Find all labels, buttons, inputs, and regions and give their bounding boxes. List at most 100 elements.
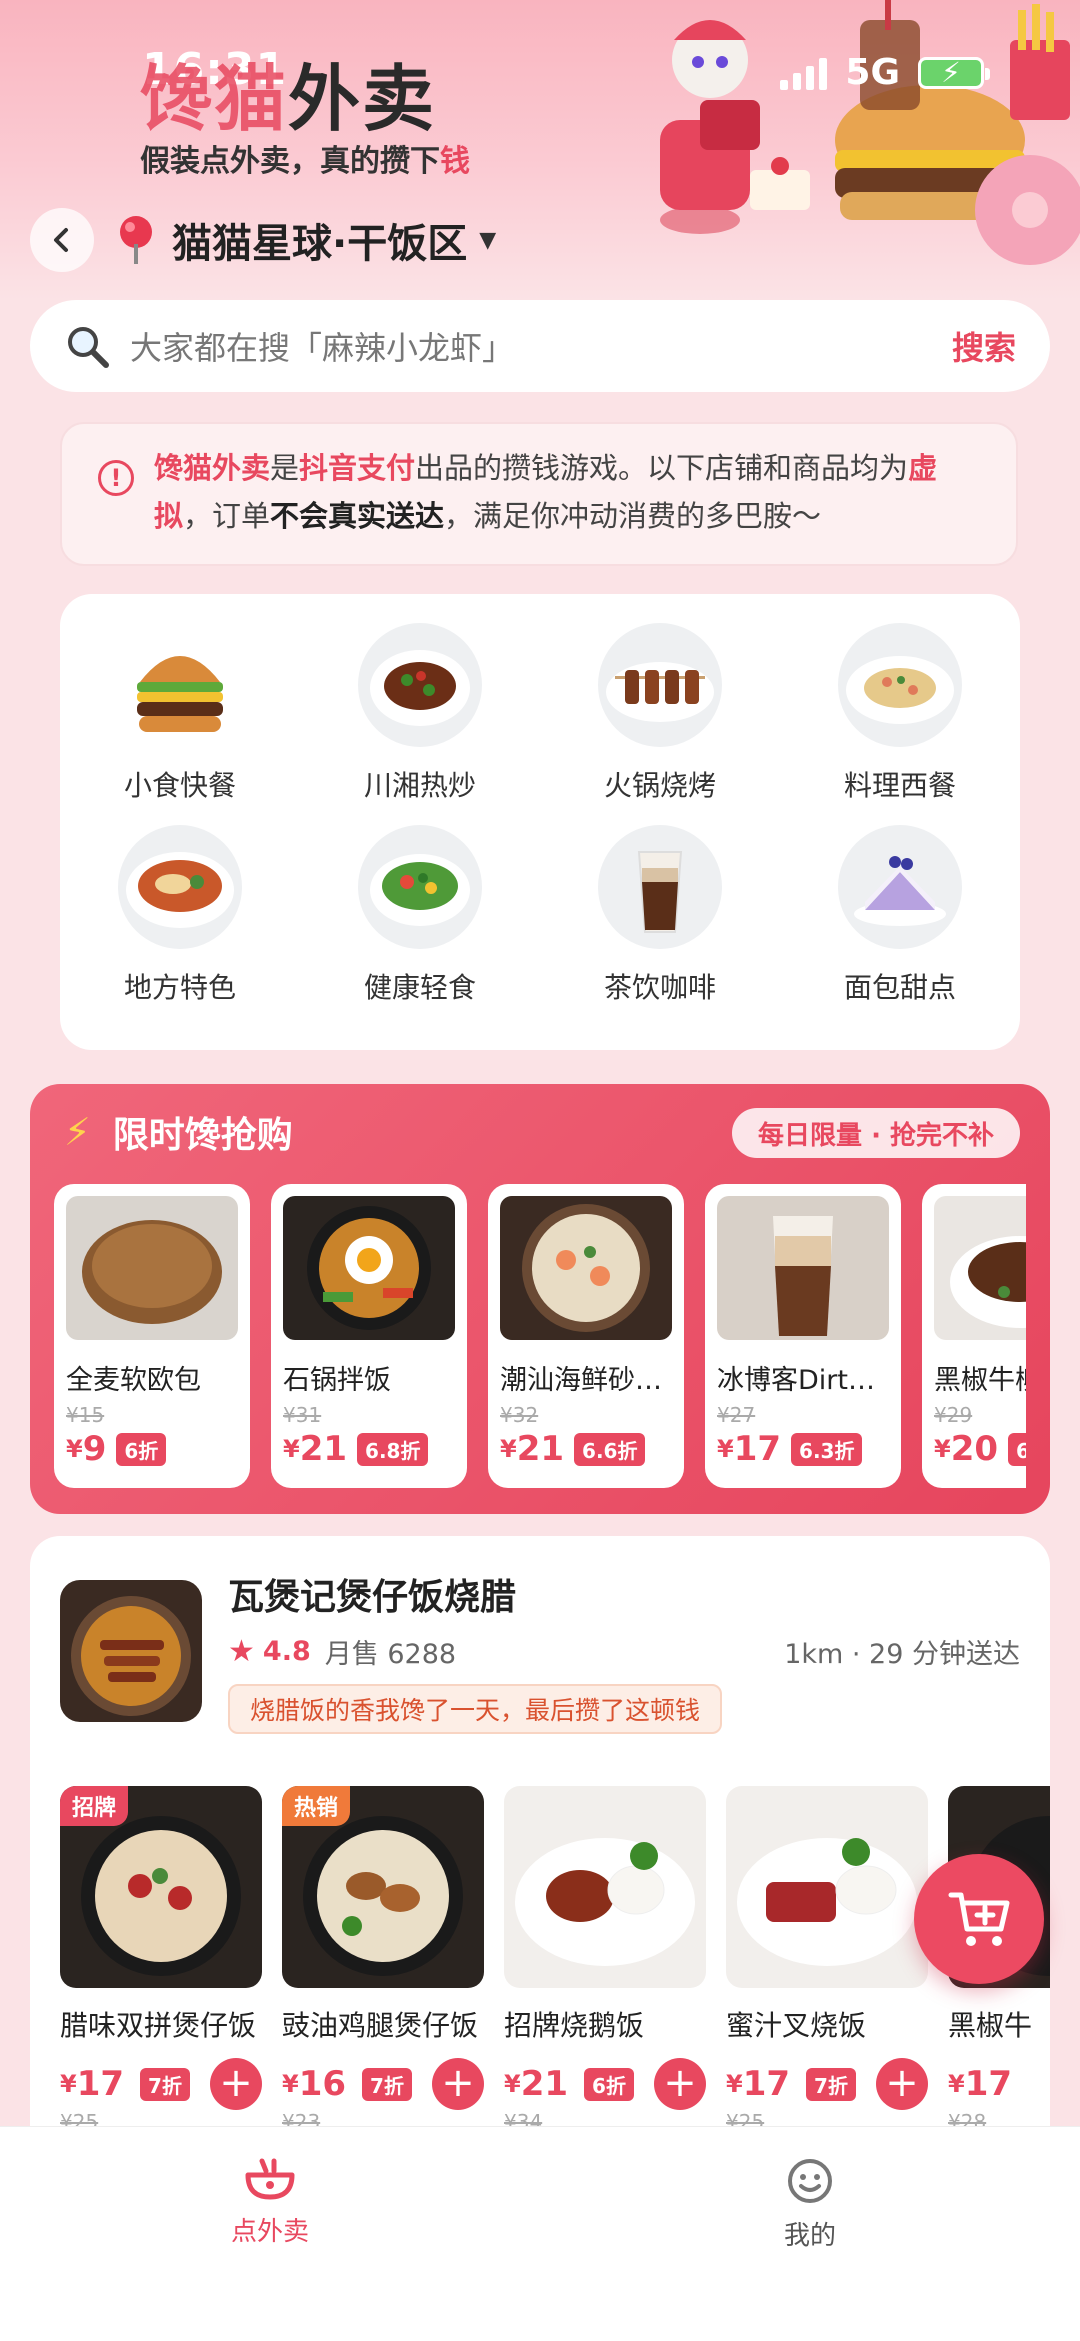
dish-old-price: ¥25 bbox=[726, 2110, 765, 2126]
flash-item-name: 冰博客Dirt… bbox=[717, 1365, 875, 1396]
flash-item-card[interactable]: 冰博客Dirt… ¥27 ¥17 6.3折 bbox=[705, 1184, 901, 1488]
flash-item-name: 黑椒牛柳 bbox=[934, 1365, 1026, 1396]
dish-old-price: ¥34 bbox=[504, 2110, 543, 2126]
dish-tag: 热销 bbox=[282, 1786, 351, 1826]
dish-price: ¥17 7折 + bbox=[726, 2058, 928, 2110]
flash-item-old-price: ¥32 bbox=[500, 1403, 539, 1427]
network-label: 5G bbox=[845, 52, 900, 93]
bibimbap-image bbox=[283, 1196, 455, 1340]
dish-price: ¥16 7折 + bbox=[282, 2058, 484, 2110]
alert-icon: ! bbox=[98, 460, 134, 496]
search-icon bbox=[68, 327, 109, 368]
category-label: 小食快餐 bbox=[123, 769, 236, 802]
dish-card[interactable]: 蜜汁叉烧饭 ¥17 7折 + ¥25 bbox=[726, 1786, 928, 2126]
add-dish-button[interactable]: + bbox=[432, 2058, 484, 2110]
category-western[interactable]: 料理西餐 bbox=[780, 620, 1020, 822]
price-value: 9 bbox=[82, 1429, 107, 1469]
iced-coffee-image bbox=[717, 1196, 889, 1340]
flash-item-card[interactable]: 潮汕海鲜砂… ¥32 ¥21 6.6折 bbox=[488, 1184, 684, 1488]
flash-sale-title: ⚡ 限时馋抢购 bbox=[64, 1106, 293, 1158]
price-value: 17 bbox=[733, 1429, 782, 1469]
battery-icon: ⚡ bbox=[918, 56, 990, 89]
tab-mine[interactable]: 我的 bbox=[540, 2127, 1080, 2341]
add-dish-button[interactable]: + bbox=[210, 2058, 262, 2110]
category-label: 茶饮咖啡 bbox=[603, 971, 716, 1004]
currency: ¥ bbox=[934, 1435, 951, 1463]
salad-icon bbox=[358, 825, 482, 949]
flash-item-price: ¥17 6.3折 bbox=[717, 1429, 889, 1469]
location-label[interactable]: 猫猫星球·干饭区 bbox=[172, 211, 467, 269]
dish-card[interactable]: 招牌烧鹅饭 ¥21 6折 + ¥34 bbox=[504, 1786, 706, 2126]
category-local[interactable]: 地方特色 bbox=[60, 822, 300, 1024]
category-label: 川湘热炒 bbox=[363, 769, 476, 802]
currency: ¥ bbox=[282, 2070, 299, 2098]
flash-sale-carousel[interactable]: 全麦软欧包 ¥15 ¥9 6折 石锅拌饭 ¥31 ¥21 6.8折 潮汕海鲜砂… ¥… bbox=[54, 1184, 1026, 1488]
lightning-icon: ⚡ bbox=[64, 1110, 91, 1154]
flash-item-card[interactable]: 石锅拌饭 ¥31 ¥21 6.8折 bbox=[271, 1184, 467, 1488]
location-pin-icon bbox=[120, 216, 152, 264]
store-distance: 1km · 29 分钟送达 bbox=[784, 1639, 1020, 1670]
tab-order[interactable]: 点外卖 bbox=[0, 2127, 540, 2341]
dish-carousel[interactable]: 招牌 腊味双拼煲仔饭 ¥17 7折 + ¥25 热销 豉油鸡腿煲仔饭 ¥16 7折 … bbox=[60, 1786, 1050, 2126]
discount-badge: 6.9折 bbox=[1008, 1432, 1026, 1466]
notice-seg: ，订单 bbox=[183, 499, 271, 533]
currency: ¥ bbox=[60, 2070, 77, 2098]
store-sales: 月售 6288 bbox=[324, 1639, 457, 1670]
coffee-icon bbox=[598, 825, 722, 949]
price-value: 17 bbox=[742, 2064, 791, 2104]
store-slogan: 烧腊饭的香我馋了一天，最后攒了这顿钱 bbox=[228, 1684, 723, 1734]
app-title-part1: 馋猫 bbox=[140, 57, 289, 141]
back-button[interactable] bbox=[30, 208, 94, 272]
category-sichuan-hunan[interactable]: 川湘热炒 bbox=[300, 620, 540, 822]
status-bar-right: 5G ⚡ bbox=[780, 52, 990, 93]
notice-banner: ! 馋猫外卖是抖音支付出品的攒钱游戏。以下店铺和商品均为虚拟，订单不会真实送达，… bbox=[60, 422, 1018, 566]
dish-name: 豉油鸡腿煲仔饭 bbox=[282, 2009, 479, 2042]
price-value: 17 bbox=[964, 2064, 1013, 2104]
notice-seg: 抖音支付 bbox=[299, 451, 416, 485]
flash-item-card[interactable]: 全麦软欧包 ¥15 ¥9 6折 bbox=[54, 1184, 250, 1488]
price-value: 21 bbox=[299, 1429, 348, 1469]
category-hotpot-bbq[interactable]: 火锅烧烤 bbox=[540, 620, 780, 822]
search-bar[interactable]: 大家都在搜「麻辣小龙虾」 搜索 bbox=[30, 300, 1050, 392]
currency: ¥ bbox=[500, 1435, 517, 1463]
dish-tag: 招牌 bbox=[60, 1786, 129, 1826]
category-label: 料理西餐 bbox=[843, 769, 956, 802]
category-healthy[interactable]: 健康轻食 bbox=[300, 822, 540, 1024]
flash-sale-badge: 每日限量 · 抢完不补 bbox=[732, 1108, 1020, 1158]
flash-item-name: 潮汕海鲜砂… bbox=[500, 1365, 662, 1396]
category-fast-food[interactable]: 小食快餐 bbox=[60, 620, 300, 822]
bottom-tab-bar: 点外卖 我的 bbox=[0, 2126, 1080, 2341]
dish-card[interactable]: 热销 豉油鸡腿煲仔饭 ¥16 7折 + ¥23 bbox=[282, 1786, 484, 2126]
cart-button[interactable] bbox=[914, 1854, 1044, 1984]
dish-price: ¥21 6折 + bbox=[504, 2058, 706, 2110]
signal-icon bbox=[780, 56, 828, 90]
cake-icon bbox=[838, 825, 962, 949]
app-title-part2: 外卖 bbox=[288, 57, 437, 141]
store-card[interactable]: 瓦煲记煲仔饭烧腊 ★ 4.8 月售 6288 1km · 29 分钟送达 烧腊饭… bbox=[30, 1536, 1050, 2136]
search-input[interactable]: 大家都在搜「麻辣小龙虾」 bbox=[130, 323, 952, 369]
category-drinks[interactable]: 茶饮咖啡 bbox=[540, 822, 780, 1024]
flash-item-price: ¥20 6.9折 bbox=[934, 1429, 1026, 1469]
location-row[interactable]: 猫猫星球·干饭区 ▼ bbox=[30, 208, 496, 272]
notice-text: 馋猫外卖是抖音支付出品的攒钱游戏。以下店铺和商品均为虚拟，订单不会真实送达，满足… bbox=[154, 444, 986, 540]
flash-item-old-price: ¥15 bbox=[66, 1403, 105, 1427]
add-dish-button[interactable]: + bbox=[654, 2058, 706, 2110]
notice-seg: 是 bbox=[270, 451, 300, 485]
currency: ¥ bbox=[726, 2070, 743, 2098]
notice-seg: 出品的攒钱游戏。以下店铺和商品均为 bbox=[415, 451, 909, 485]
currency: ¥ bbox=[504, 2070, 521, 2098]
price-value: 20 bbox=[950, 1429, 999, 1469]
dish-old-price: ¥23 bbox=[282, 2110, 321, 2126]
dish-card[interactable]: 招牌 腊味双拼煲仔饭 ¥17 7折 + ¥25 bbox=[60, 1786, 262, 2126]
flash-item-price: ¥21 6.8折 bbox=[283, 1429, 455, 1469]
flash-item-price: ¥9 6折 bbox=[66, 1429, 238, 1469]
star-icon: ★ bbox=[228, 1634, 255, 1669]
add-dish-button[interactable]: + bbox=[876, 2058, 928, 2110]
search-button[interactable]: 搜索 bbox=[952, 323, 1016, 369]
price-value: 17 bbox=[76, 2064, 125, 2104]
category-bakery[interactable]: 面包甜点 bbox=[780, 822, 1020, 1024]
location-caret-icon[interactable]: ▼ bbox=[479, 228, 496, 253]
cart-icon bbox=[948, 1892, 1010, 1946]
app-subtitle-part2: 钱 bbox=[440, 144, 470, 179]
flash-item-card[interactable]: 黑椒牛柳 ¥29 ¥20 6.9折 bbox=[922, 1184, 1026, 1488]
